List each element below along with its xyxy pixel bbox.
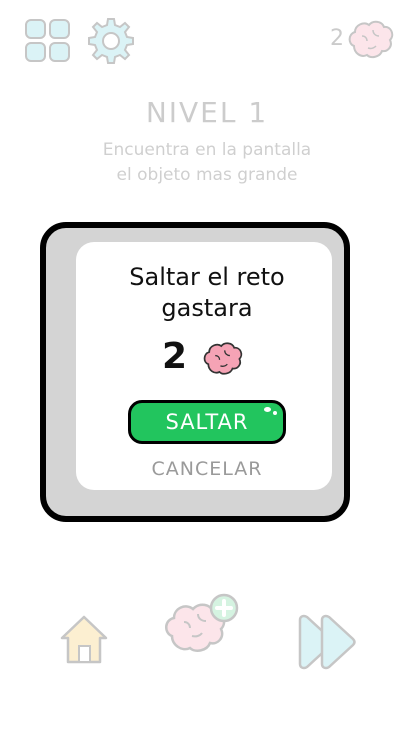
skip-forward-icon[interactable] — [296, 614, 358, 670]
skip-button[interactable]: SALTAR — [128, 400, 286, 444]
cancel-button[interactable]: CANCELAR — [128, 458, 286, 480]
brain-icon — [348, 20, 394, 59]
grid-menu-icon[interactable] — [24, 18, 72, 64]
skip-button-label: SALTAR — [165, 410, 249, 434]
home-icon[interactable] — [56, 612, 112, 666]
gear-icon[interactable] — [86, 16, 136, 66]
button-shine — [264, 407, 271, 412]
brain-count: 2 — [330, 26, 344, 51]
level-title: NIVEL 1 — [145, 96, 269, 129]
level-description: Encuentra en la pantalla el objeto mas g… — [102, 140, 312, 185]
button-shine — [273, 411, 277, 415]
skip-cost: 2 — [162, 336, 188, 377]
brain-plus-icon[interactable] — [162, 592, 242, 662]
brain-icon — [203, 342, 243, 375]
dialog-title: Saltar el reto gastara — [129, 263, 285, 322]
